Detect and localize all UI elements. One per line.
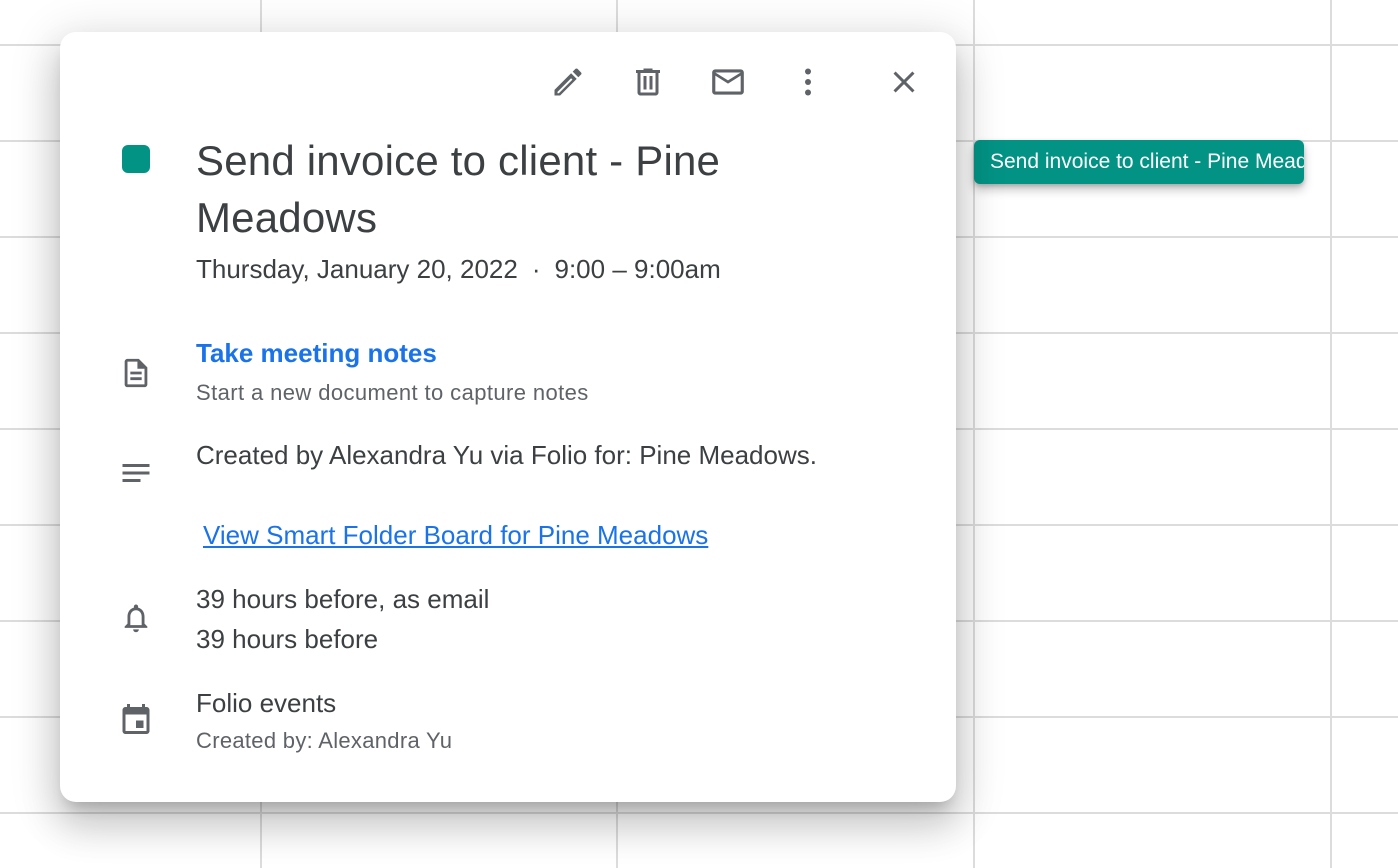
notes-lines-icon	[118, 455, 154, 491]
calendar-creator: Created by: Alexandra Yu	[196, 728, 453, 753]
envelope-icon	[712, 69, 744, 95]
close-button[interactable]	[876, 54, 932, 110]
datetime-separator: ·	[531, 254, 541, 284]
event-datetime: Thursday, January 20, 2022 · 9:00 – 9:00am	[196, 252, 721, 286]
calendar-event-chip[interactable]: Send invoice to client - Pine Meadows	[974, 140, 1304, 184]
bell-icon	[118, 600, 154, 636]
trash-icon	[636, 68, 660, 96]
vertical-dots-icon	[805, 68, 811, 96]
smart-folder-board-link[interactable]: View Smart Folder Board for Pine Meadows	[203, 518, 708, 552]
event-time: 9:00 – 9:00am	[554, 254, 721, 284]
calendar-icon	[118, 701, 154, 737]
close-icon	[893, 71, 915, 93]
event-chip-label: Send invoice to client - Pine Meadows	[990, 150, 1304, 173]
event-details-popover: Send invoice to client - Pine Meadows Th…	[60, 32, 956, 802]
grid-line	[0, 812, 1398, 814]
meeting-notes-subtitle: Start a new document to capture notes	[196, 380, 589, 405]
document-icon	[118, 355, 154, 391]
email-guests-button[interactable]	[700, 54, 756, 110]
reminder-notification: 39 hours before	[196, 624, 379, 654]
edit-event-button[interactable]	[540, 54, 596, 110]
event-date: Thursday, January 20, 2022	[196, 254, 518, 284]
grid-line	[1330, 0, 1332, 868]
pencil-icon	[554, 68, 582, 96]
delete-event-button[interactable]	[620, 54, 676, 110]
more-options-button[interactable]	[780, 54, 836, 110]
reminder-email: 39 hours before, as email	[196, 584, 490, 614]
event-color-indicator	[122, 145, 150, 173]
take-meeting-notes-link[interactable]: Take meeting notes	[196, 336, 437, 370]
calendar-name: Folio events	[196, 688, 337, 718]
grid-line	[973, 0, 975, 868]
event-description: Created by Alexandra Yu via Folio for: P…	[196, 440, 817, 470]
event-title: Send invoice to client - Pine Meadows	[196, 137, 721, 241]
